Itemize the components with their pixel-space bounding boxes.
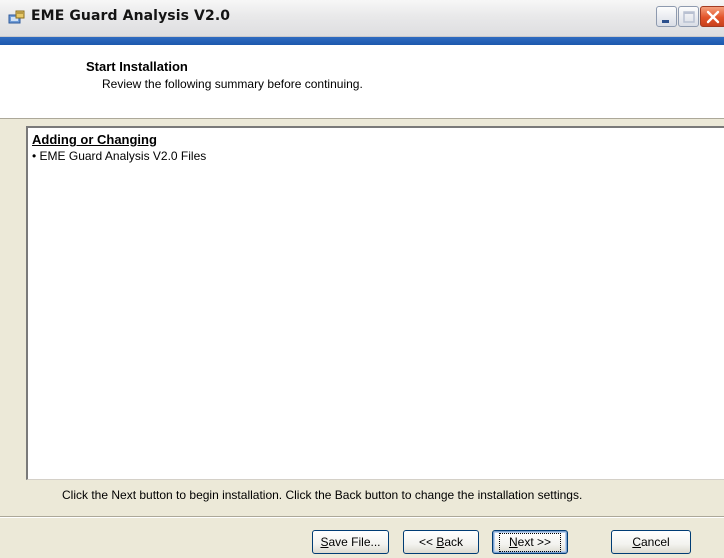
close-button[interactable]: [700, 6, 724, 27]
installer-window: EME Guard Analysis V2.0 Start Installati…: [0, 0, 724, 558]
window-title: EME Guard Analysis V2.0: [31, 8, 231, 24]
wizard-header: Start Installation Review the following …: [0, 45, 724, 119]
save-label: ave File...: [328, 534, 381, 549]
minimize-icon: [662, 20, 669, 23]
summary-heading: Adding or Changing: [32, 132, 157, 147]
back-button[interactable]: << Back: [403, 530, 479, 554]
instruction-text: Click the Next button to begin installat…: [62, 488, 583, 502]
back-label: ack: [444, 534, 464, 549]
next-label: ext >>: [517, 534, 552, 549]
next-mnemonic: N: [508, 534, 518, 549]
cancel-button[interactable]: Cancel: [611, 530, 691, 554]
back-prefix: <<: [418, 534, 437, 549]
divider-highlight: [0, 517, 724, 518]
title-band: [0, 37, 724, 45]
maximize-button[interactable]: [678, 6, 699, 27]
title-bar[interactable]: EME Guard Analysis V2.0: [0, 0, 724, 37]
summary-item: • EME Guard Analysis V2.0 Files: [32, 149, 207, 163]
summary-box[interactable]: Adding or Changing • EME Guard Analysis …: [26, 126, 724, 480]
installer-icon[interactable]: [8, 9, 26, 25]
close-icon: [706, 10, 720, 24]
minimize-button[interactable]: [656, 6, 677, 27]
save-file-button[interactable]: Save File...: [312, 530, 389, 554]
page-title: Start Installation: [86, 59, 188, 74]
cancel-label: ancel: [640, 534, 670, 549]
page-subtitle: Review the following summary before cont…: [102, 77, 363, 91]
cancel-mnemonic: C: [632, 534, 641, 549]
next-button[interactable]: Next >>: [492, 530, 568, 554]
maximize-icon: [683, 11, 695, 23]
